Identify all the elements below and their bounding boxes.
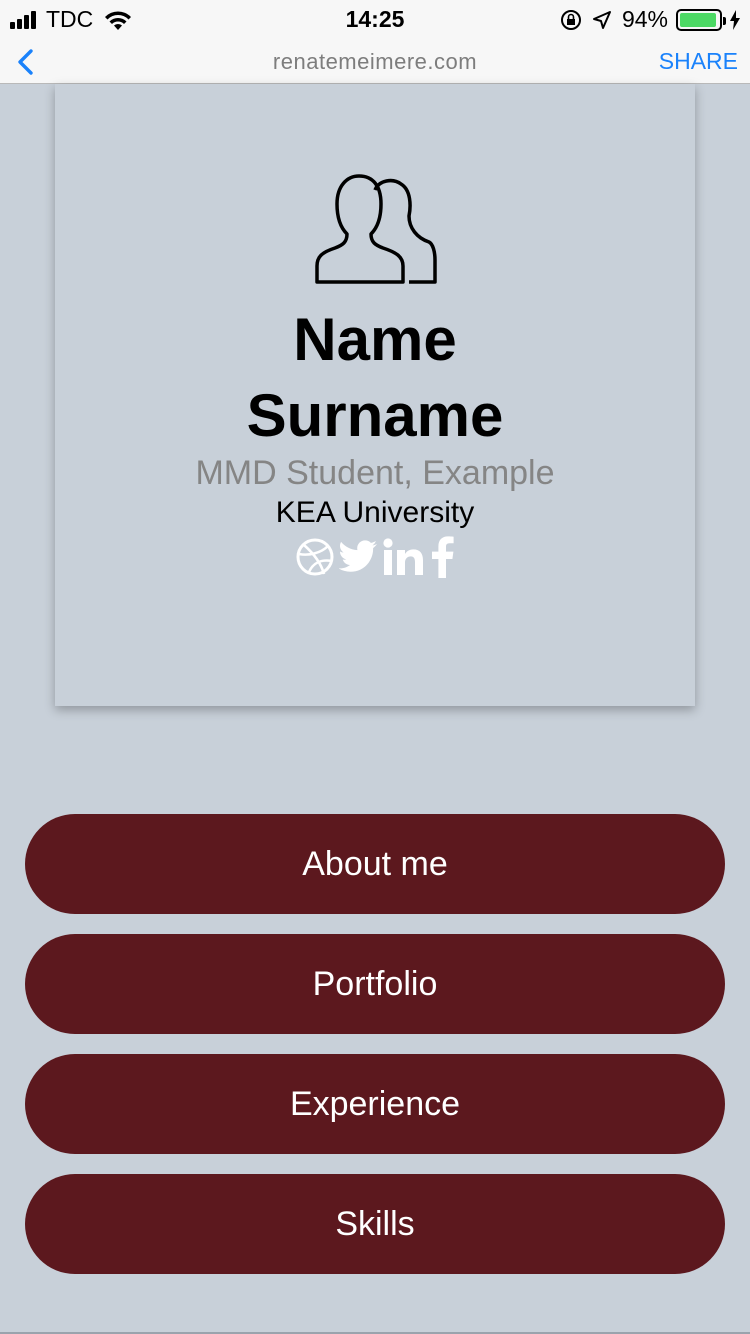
- profile-role: MMD Student, Example: [195, 454, 555, 492]
- charging-bolt-icon: [730, 9, 740, 30]
- profile-surname: Surname: [246, 382, 504, 449]
- rotation-lock-icon: [560, 9, 581, 30]
- about-me-button[interactable]: About me: [25, 814, 725, 914]
- status-right: 94%: [560, 6, 740, 33]
- battery-level: [680, 12, 716, 27]
- dribbble-icon[interactable]: [295, 537, 335, 577]
- social-links: [55, 536, 695, 578]
- profile-name: Name Surname: [55, 302, 695, 454]
- share-button[interactable]: SHARE: [659, 48, 738, 75]
- experience-button[interactable]: Experience: [25, 1054, 725, 1154]
- url-label[interactable]: renatemeimere.com: [0, 49, 750, 75]
- twitter-icon[interactable]: [339, 539, 379, 575]
- battery-percent: 94%: [621, 6, 668, 32]
- linkedin-icon[interactable]: [383, 538, 425, 576]
- location-arrow-icon: [592, 10, 611, 29]
- battery-icon: [676, 8, 726, 31]
- facebook-icon[interactable]: [429, 536, 455, 578]
- browser-bar: renatemeimere.com SHARE: [0, 40, 750, 84]
- portfolio-button[interactable]: Portfolio: [25, 934, 725, 1034]
- skills-button[interactable]: Skills: [25, 1174, 725, 1274]
- profile-card: Name Surname MMD Student, Example KEA Un…: [55, 84, 695, 706]
- users-avatar-icon: [315, 174, 437, 284]
- status-bar: TDC 14:25 94%: [0, 0, 750, 40]
- profile-university: KEA University: [275, 496, 475, 529]
- profile-first-name: Name: [293, 306, 457, 373]
